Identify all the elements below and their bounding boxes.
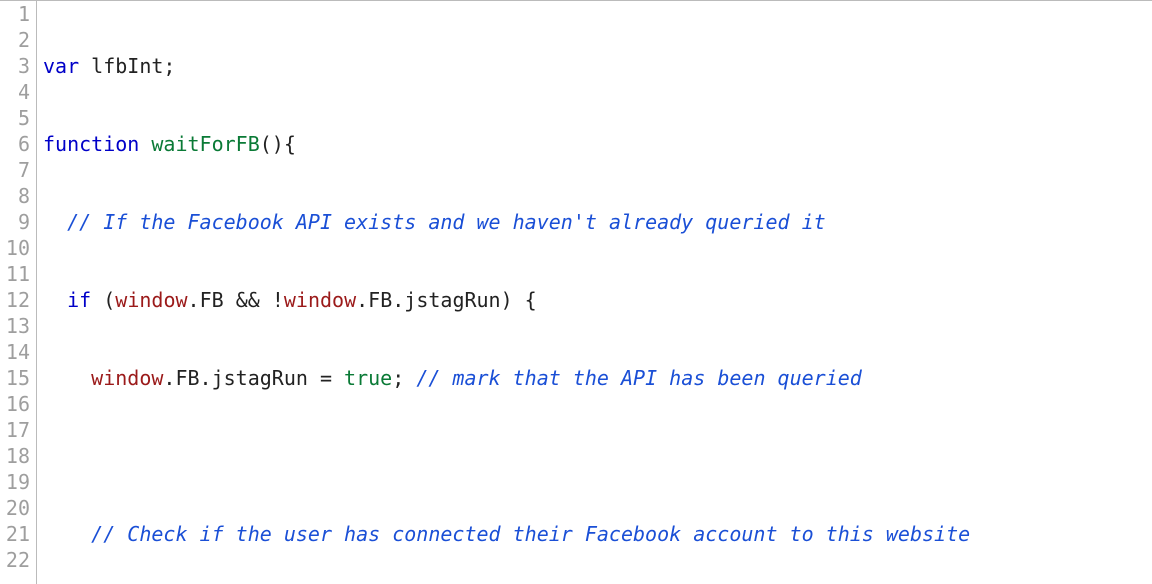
- keyword: if: [67, 288, 91, 312]
- identifier: window: [115, 288, 187, 312]
- code-editor: 1 2 3 4 5 6 7 8 9 10 11 12 13 14 15 16 1…: [0, 0, 1152, 584]
- identifier: window: [284, 288, 356, 312]
- line-number: 1: [0, 1, 36, 27]
- code-text: [139, 132, 151, 156]
- code-line: // Check if the user has connected their…: [43, 521, 1152, 547]
- line-number: 2: [0, 27, 36, 53]
- code-text: .FB.jstagRun =: [163, 366, 344, 390]
- code-area[interactable]: var lfbInt; function waitForFB(){ // If …: [37, 1, 1152, 584]
- code-text: [43, 210, 67, 234]
- line-number: 3: [0, 53, 36, 79]
- comment: // If the Facebook API exists and we hav…: [67, 210, 826, 234]
- comment: // mark that the API has been queried: [416, 366, 862, 390]
- keyword: var: [43, 54, 79, 78]
- line-number: 15: [0, 365, 36, 391]
- line-number: 12: [0, 287, 36, 313]
- code-line: window.FB.jstagRun = true; // mark that …: [43, 365, 1152, 391]
- code-line: if (window.FB && !window.FB.jstagRun) {: [43, 287, 1152, 313]
- line-number: 19: [0, 469, 36, 495]
- line-number: 14: [0, 339, 36, 365]
- code-text: [43, 288, 67, 312]
- code-text: (){: [260, 132, 296, 156]
- code-text: .FB.jstagRun) {: [356, 288, 537, 312]
- line-number: 18: [0, 443, 36, 469]
- line-number: 20: [0, 495, 36, 521]
- code-text: .FB && !: [188, 288, 284, 312]
- line-number: 6: [0, 131, 36, 157]
- line-number: 8: [0, 183, 36, 209]
- line-number: 10: [0, 235, 36, 261]
- code-text: [43, 522, 91, 546]
- code-line: // If the Facebook API exists and we hav…: [43, 209, 1152, 235]
- line-number: 16: [0, 391, 36, 417]
- code-line: function waitForFB(){: [43, 131, 1152, 157]
- line-number: 9: [0, 209, 36, 235]
- line-number: 17: [0, 417, 36, 443]
- line-number: 21: [0, 521, 36, 547]
- code-text: [43, 366, 91, 390]
- line-number: 11: [0, 261, 36, 287]
- code-line: var lfbInt;: [43, 53, 1152, 79]
- line-number: 13: [0, 313, 36, 339]
- boolean: true: [344, 366, 392, 390]
- comment: // Check if the user has connected their…: [91, 522, 970, 546]
- code-line: [43, 443, 1152, 469]
- function-name: waitForFB: [151, 132, 259, 156]
- line-number: 5: [0, 105, 36, 131]
- line-number: 4: [0, 79, 36, 105]
- line-number: 7: [0, 157, 36, 183]
- keyword: function: [43, 132, 139, 156]
- code-text: ;: [392, 366, 416, 390]
- code-text: lfbInt;: [79, 54, 175, 78]
- line-number: 22: [0, 547, 36, 573]
- code-text: (: [91, 288, 115, 312]
- line-number-gutter: 1 2 3 4 5 6 7 8 9 10 11 12 13 14 15 16 1…: [0, 1, 37, 584]
- identifier: window: [91, 366, 163, 390]
